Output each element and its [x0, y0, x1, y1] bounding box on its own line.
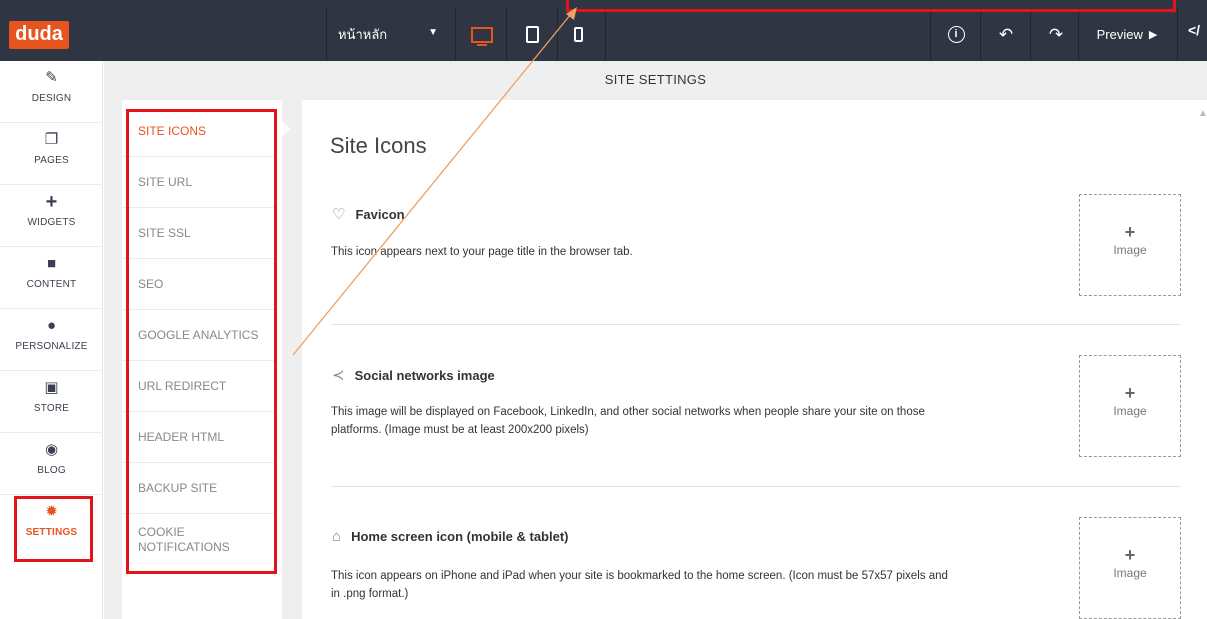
panel-title: Site Icons: [330, 133, 427, 158]
code-icon[interactable]: </: [1188, 22, 1200, 38]
menu-caret: [282, 121, 290, 137]
section-divider: [331, 486, 1181, 487]
social-image-description: This image will be displayed on Facebook…: [331, 406, 925, 436]
rail-item-store[interactable]: ▣ STORE: [0, 371, 103, 433]
toolbar-divider: [1030, 8, 1031, 61]
scroll-indicator[interactable]: ▲: [1198, 108, 1207, 119]
social-image-upload-button[interactable]: + Image: [1079, 355, 1181, 457]
rail-item-label: BLOG: [37, 465, 66, 476]
share-icon: ≺: [332, 367, 345, 384]
toolbar-divider: [1177, 8, 1178, 61]
plus-icon: +: [1124, 222, 1136, 242]
rail-item-pages[interactable]: ❐ PAGES: [0, 123, 103, 185]
mobile-view-button[interactable]: [554, 8, 603, 61]
home-icon: ⌂: [332, 528, 342, 545]
upload-label: Image: [1113, 566, 1147, 580]
undo-icon: ↶: [998, 24, 1014, 44]
cart-icon: ▣: [44, 379, 59, 396]
folder-icon: ■: [46, 255, 57, 272]
home-icon-header: ⌂ Home screen icon (mobile & tablet): [332, 528, 569, 545]
undo-button[interactable]: ↶: [982, 8, 1030, 61]
rail-item-label: PERSONALIZE: [15, 341, 88, 352]
pages-icon: ❐: [44, 131, 59, 148]
rail-item-design[interactable]: ✎ DESIGN: [0, 61, 103, 123]
favicon-upload-button[interactable]: + Image: [1079, 194, 1181, 296]
favicon-header: ♡ Favicon: [332, 205, 405, 223]
annotation-box-settings: [14, 496, 93, 562]
toolbar-divider: [455, 8, 456, 61]
rail-item-label: STORE: [33, 403, 70, 414]
favicon-title: Favicon: [355, 206, 405, 222]
social-image-title: Social networks image: [354, 367, 495, 383]
page-select-value: หน้าหลัก: [338, 27, 388, 42]
settings-title: SITE SETTINGS: [604, 72, 707, 87]
toolbar-divider: [930, 8, 931, 61]
mobile-icon: [574, 27, 583, 42]
preview-label: Preview: [1096, 27, 1143, 42]
home-icon-title: Home screen icon (mobile & tablet): [351, 529, 569, 544]
section-divider: [331, 324, 1181, 325]
desktop-view-button[interactable]: [457, 8, 506, 61]
tablet-view-button[interactable]: [508, 8, 557, 61]
preview-button[interactable]: Preview ▶: [1078, 8, 1176, 61]
redo-icon: ↷: [1048, 24, 1064, 44]
play-icon: ▶: [1148, 29, 1158, 41]
annotation-box-menu: [126, 109, 277, 574]
tablet-icon: [526, 26, 539, 43]
toolbar-divider: [506, 8, 507, 61]
home-icon-description: This icon appears on iPhone and iPad whe…: [331, 570, 948, 600]
rail-item-personalize[interactable]: ● PERSONALIZE: [0, 309, 103, 371]
rail-item-label: DESIGN: [31, 93, 72, 104]
page-select-dropdown[interactable]: หน้าหลัก ▼: [330, 8, 452, 61]
upload-label: Image: [1113, 243, 1147, 257]
rail-item-label: WIDGETS: [27, 217, 76, 228]
heart-icon: ♡: [332, 206, 346, 223]
social-image-header: ≺ Social networks image: [332, 366, 495, 384]
annotation-box-top: [566, 0, 1176, 12]
plus-icon: +: [1124, 383, 1136, 403]
rail-item-label: CONTENT: [26, 279, 77, 290]
toolbar-divider: [605, 8, 606, 61]
brush-icon: ✎: [45, 69, 58, 86]
favicon-description: This icon appears next to your page titl…: [331, 246, 633, 258]
toolbar-divider: [980, 8, 981, 61]
desktop-icon: [470, 26, 493, 46]
rail-item-widgets[interactable]: + WIDGETS: [0, 185, 103, 247]
chevron-down-icon: ▼: [428, 27, 438, 38]
info-button[interactable]: i: [932, 8, 980, 61]
info-icon: i: [947, 26, 965, 43]
toolbar-divider: [326, 8, 327, 61]
duda-logo[interactable]: duda: [9, 21, 69, 49]
upload-label: Image: [1113, 404, 1147, 418]
rail-item-content[interactable]: ■ CONTENT: [0, 247, 103, 309]
plus-icon: +: [45, 191, 58, 213]
rail-item-blog[interactable]: ◉ BLOG: [0, 433, 103, 495]
person-icon: ●: [46, 317, 57, 334]
rail-item-label: PAGES: [34, 155, 69, 166]
comment-icon: ◉: [44, 441, 59, 458]
plus-icon: +: [1124, 545, 1136, 565]
home-icon-upload-button[interactable]: + Image: [1079, 517, 1181, 619]
redo-button[interactable]: ↷: [1032, 8, 1080, 61]
